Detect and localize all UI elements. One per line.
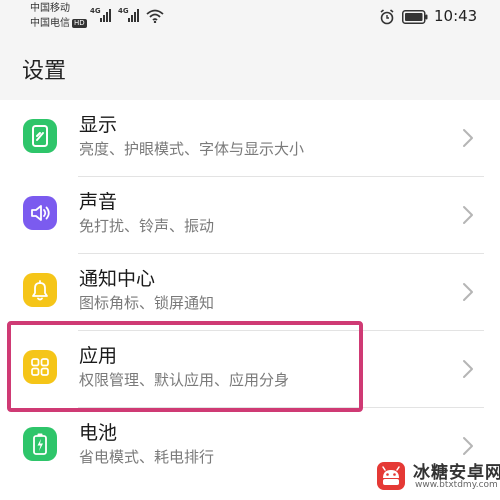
- settings-item-subtitle: 图标角标、锁屏通知: [79, 294, 215, 312]
- settings-item-title: 电池: [79, 422, 118, 444]
- chevron-right-icon: [463, 360, 473, 378]
- settings-item-subtitle: 权限管理、默认应用、应用分身: [79, 371, 290, 389]
- watermark-url: www.btxtdmy.com: [415, 480, 498, 490]
- settings-item-subtitle: 省电模式、耗电排行: [79, 448, 215, 466]
- settings-item-sound[interactable]: 声音 免打扰、铃声、振动: [0, 177, 500, 254]
- chevron-right-icon: [463, 283, 473, 301]
- status-time: 10:43: [434, 7, 478, 25]
- settings-item-title: 通知中心: [79, 268, 156, 290]
- wifi-icon: [146, 9, 164, 23]
- settings-item-apps[interactable]: 应用 权限管理、默认应用、应用分身: [0, 331, 500, 408]
- battery-charging-icon: [23, 427, 57, 461]
- chevron-right-icon: [463, 129, 473, 147]
- chevron-right-icon: [463, 206, 473, 224]
- settings-item-subtitle: 亮度、护眼模式、字体与显示大小: [79, 140, 305, 158]
- settings-item-notifications[interactable]: 通知中心 图标角标、锁屏通知: [0, 254, 500, 331]
- page-title: 设置: [22, 59, 67, 84]
- carrier-label-1: 中国移动: [30, 3, 70, 14]
- settings-item-title: 声音: [79, 191, 118, 213]
- bell-icon: [23, 273, 57, 307]
- status-bar: 中国移动 中国电信 HD 4G 4G 10:43: [0, 0, 500, 36]
- settings-item-subtitle: 免打扰、铃声、振动: [79, 217, 215, 235]
- alarm-icon: [380, 9, 394, 25]
- apps-grid-icon: [23, 350, 57, 384]
- settings-item-display[interactable]: 显示 亮度、护眼模式、字体与显示大小: [0, 100, 500, 177]
- settings-item-title: 显示: [79, 114, 118, 136]
- battery-icon: [402, 10, 428, 24]
- settings-item-title: 应用: [79, 345, 118, 367]
- hd-badge: HD: [72, 19, 87, 28]
- speaker-icon: [23, 196, 57, 230]
- android-robot-icon: [377, 462, 405, 490]
- chevron-right-icon: [463, 437, 473, 455]
- watermark: 冰糖安卓网 www.btxtdmy.com: [373, 456, 500, 496]
- page-header: 设置: [0, 36, 500, 100]
- display-icon: [23, 119, 57, 153]
- carrier-label-2: 中国电信 HD: [30, 18, 87, 29]
- settings-list: 显示 亮度、护眼模式、字体与显示大小 声音 免打扰、铃声、振动 通知中心 图标角…: [0, 100, 500, 485]
